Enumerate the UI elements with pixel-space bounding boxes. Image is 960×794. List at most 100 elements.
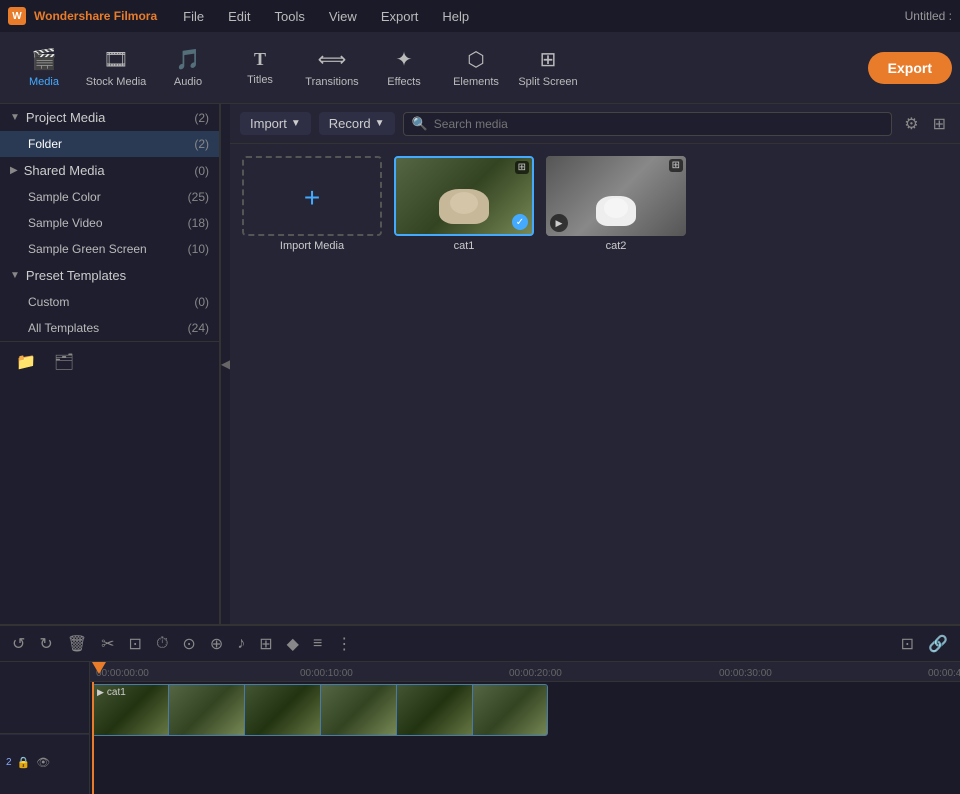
timeline-toolbar: ↺ ↻ 🗑 ✂ ⊡ ⏱ ⊙ ⊕ ♪ ⊞ ◆ ≡ ⋮ ⊡ 🔗: [0, 626, 960, 662]
sidebar-item-folder[interactable]: Folder (2): [0, 131, 219, 157]
project-media-label: Project Media: [26, 110, 105, 125]
folder-count: (2): [194, 137, 209, 151]
arrow-down-icon: ▼: [10, 112, 20, 123]
tool-stock-media[interactable]: 🎞 Stock Media: [80, 38, 152, 98]
track-eye-button[interactable]: 👁: [35, 755, 51, 770]
menu-view[interactable]: View: [319, 5, 367, 28]
sidebar-item-sample-color[interactable]: Sample Color (25): [0, 184, 219, 210]
tool-elements[interactable]: ⬡ Elements: [440, 38, 512, 98]
menu-tools[interactable]: Tools: [265, 5, 315, 28]
media-grid: + Import Media ⊞ ✓ cat1: [230, 144, 960, 624]
titles-icon: T: [254, 49, 266, 70]
sample-green-count: (10): [188, 242, 209, 256]
track-lock-button[interactable]: 🔒: [16, 755, 32, 770]
menu-bar: W Wondershare Filmora File Edit Tools Vi…: [0, 0, 960, 32]
arrow-down2-icon: ▼: [10, 270, 20, 281]
view-toggle-button[interactable]: ⊞: [929, 112, 950, 136]
menu-edit[interactable]: Edit: [218, 5, 260, 28]
audio-stretch-button[interactable]: ⋮: [332, 632, 356, 656]
audio-mixer-button[interactable]: ≡: [309, 633, 326, 655]
tool-elements-label: Elements: [453, 76, 499, 88]
window-title: Untitled :: [905, 9, 952, 23]
ruler-time-4: 00:00:40:00: [928, 668, 960, 679]
tool-transitions[interactable]: ⟺ Transitions: [296, 38, 368, 98]
record-button[interactable]: Record ▼: [319, 112, 395, 135]
timeline: ↺ ↻ 🗑 ✂ ⊡ ⏱ ⊙ ⊕ ♪ ⊞ ◆ ≡ ⋮ ⊡ 🔗 2 🔒: [0, 624, 960, 794]
crop-button[interactable]: ⊡: [125, 632, 146, 656]
cat2-play-icon: ▶: [550, 214, 568, 232]
sidebar-item-preset-templates[interactable]: ▼ Preset Templates: [0, 262, 219, 289]
record-label: Record: [329, 116, 371, 131]
tool-media-label: Media: [29, 76, 59, 88]
search-box: 🔍: [403, 112, 893, 136]
track-controls: 🔒 👁: [16, 755, 52, 770]
transform-button[interactable]: ⊕: [206, 632, 227, 656]
effects-icon: ✦: [396, 47, 413, 72]
plus-icon: +: [304, 182, 320, 214]
tool-media[interactable]: 🎬 Media: [8, 38, 80, 98]
search-icon: 🔍: [412, 116, 428, 132]
project-media-count: (2): [194, 111, 209, 125]
all-templates-label: All Templates: [28, 321, 99, 335]
sidebar-item-sample-green-screen[interactable]: Sample Green Screen (10): [0, 236, 219, 262]
sidebar-item-all-templates[interactable]: All Templates (24): [0, 315, 219, 341]
export-button[interactable]: Export: [868, 52, 952, 84]
menu-export[interactable]: Export: [371, 5, 429, 28]
sidebar-item-shared-media[interactable]: ▶ Shared Media (0): [0, 157, 219, 184]
cat1-clip[interactable]: ▶ cat1: [92, 684, 548, 736]
import-label: Import: [250, 116, 287, 131]
main-content: ▼ Project Media (2) Folder (2) ▶ Shared …: [0, 104, 960, 624]
shared-media-count: (0): [194, 164, 209, 178]
ruler-time-2: 00:00:20:00: [509, 668, 562, 679]
import-button[interactable]: Import ▼: [240, 112, 311, 135]
transitions-icon: ⟺: [318, 47, 347, 72]
sidebar-item-sample-video[interactable]: Sample Video (18): [0, 210, 219, 236]
app-name: Wondershare Filmora: [34, 9, 157, 23]
import-media-item[interactable]: + Import Media: [242, 156, 382, 252]
tool-split-screen[interactable]: ⊞ Split Screen: [512, 38, 584, 98]
tool-effects[interactable]: ✦ Effects: [368, 38, 440, 98]
cat1-corner-icon: ⊞: [515, 161, 529, 174]
speed-button[interactable]: ⏱: [152, 633, 172, 655]
cut-button[interactable]: ✂: [97, 632, 118, 656]
media-icon: 🎬: [32, 47, 57, 72]
link-button[interactable]: 🔗: [924, 632, 952, 656]
all-templates-count: (24): [188, 321, 209, 335]
sample-green-label: Sample Green Screen: [28, 242, 147, 256]
redo-button[interactable]: ↻: [35, 632, 56, 656]
search-input[interactable]: [434, 117, 883, 131]
menu-help[interactable]: Help: [432, 5, 479, 28]
color-button[interactable]: ⊙: [178, 632, 199, 656]
cat1-media-item[interactable]: ⊞ ✓ cat1: [394, 156, 534, 252]
sidebar-item-custom[interactable]: Custom (0): [0, 289, 219, 315]
tool-audio[interactable]: 🎵 Audio: [152, 38, 224, 98]
audio-btn[interactable]: ♪: [233, 633, 249, 655]
sidebar-bottom: 📁 🗂: [0, 341, 219, 382]
undo-button[interactable]: ↺: [8, 632, 29, 656]
cat2-thumbnail: ⊞ ▶: [546, 156, 686, 236]
fit-screen-button[interactable]: ⊡: [897, 632, 918, 656]
tool-stock-label: Stock Media: [86, 76, 147, 88]
menu-file[interactable]: File: [173, 5, 214, 28]
filter-button[interactable]: ⚙: [900, 112, 922, 136]
custom-count: (0): [194, 295, 209, 309]
sidebar-collapse-handle[interactable]: ◀: [220, 104, 230, 624]
folder-label: Folder: [28, 137, 62, 151]
tool-titles[interactable]: T Titles: [224, 38, 296, 98]
delete-button[interactable]: 🗑: [63, 632, 91, 656]
toolbar: 🎬 Media 🎞 Stock Media 🎵 Audio T Titles ⟺…: [0, 32, 960, 104]
video-track: ▶ cat1: [90, 682, 960, 738]
folder-button[interactable]: 🗂: [50, 350, 78, 374]
timeline-left-tools: ↺ ↻ 🗑 ✂ ⊡ ⏱ ⊙ ⊕ ♪ ⊞ ◆ ≡ ⋮: [8, 632, 356, 656]
sidebar-item-project-media[interactable]: ▼ Project Media (2): [0, 104, 219, 131]
keyframe-button[interactable]: ◆: [283, 632, 303, 656]
split-view-button[interactable]: ⊞: [255, 632, 276, 656]
timeline-main: 00:00:00:00 00:00:10:00 00:00:20:00 00:0…: [90, 662, 960, 794]
track-number-icon: 2: [6, 757, 12, 768]
audio-icon: 🎵: [176, 47, 201, 72]
cat1-check-badge: ✓: [512, 214, 528, 230]
cat2-corner-icon: ⊞: [669, 159, 683, 172]
clip-frames: [93, 685, 547, 735]
add-folder-button[interactable]: 📁: [12, 350, 40, 374]
cat2-media-item[interactable]: ⊞ ▶ cat2: [546, 156, 686, 252]
